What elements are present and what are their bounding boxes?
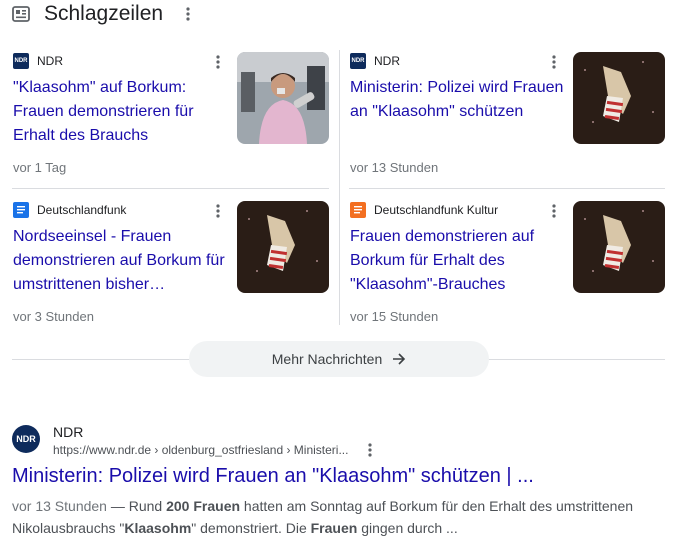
- card-time: vor 3 Stunden: [13, 309, 94, 324]
- card-source: Deutschlandfunk Kultur: [374, 203, 499, 217]
- card-time: vor 1 Tag: [13, 160, 67, 175]
- result-more-icon[interactable]: [362, 442, 378, 458]
- news-card[interactable]: Deutschlandfunk Kultur Frauen demonstrie…: [349, 201, 669, 331]
- card-more-icon[interactable]: [210, 203, 226, 219]
- ndr-logo-icon: NDR: [13, 53, 29, 69]
- card-more-icon[interactable]: [210, 54, 226, 70]
- result-snippet: vor 13 Stunden — Rund 200 Frauen hatten …: [12, 498, 634, 536]
- card-source: NDR: [374, 54, 400, 68]
- news-card[interactable]: NDR NDR "Klaasohm" auf Borkum: Frauen de…: [12, 52, 332, 182]
- result-site-name[interactable]: NDR: [53, 423, 83, 441]
- card-thumbnail[interactable]: [237, 52, 329, 144]
- card-divider-right: [349, 188, 665, 189]
- card-more-icon[interactable]: [546, 203, 562, 219]
- ndr-site-logo-icon[interactable]: NDR: [12, 425, 40, 453]
- section-title: Schlagzeilen: [44, 2, 164, 25]
- deutschlandfunk-logo-icon: [13, 202, 29, 218]
- card-title[interactable]: Frauen demonstrieren auf Borkum für Erha…: [350, 225, 560, 297]
- card-thumbnail[interactable]: [573, 201, 665, 293]
- more-news-button[interactable]: Mehr Nachrichten: [189, 341, 489, 377]
- more-news-label: Mehr Nachrichten: [271, 351, 383, 367]
- ndr-logo-icon: NDR: [350, 53, 366, 69]
- card-time: vor 15 Stunden: [350, 309, 439, 324]
- card-divider-vertical: [339, 50, 340, 325]
- card-more-icon[interactable]: [546, 54, 562, 70]
- card-divider-left: [12, 188, 329, 189]
- card-title[interactable]: "Klaasohm" auf Borkum: Frauen demonstrie…: [13, 76, 223, 148]
- arrow-right-icon: [392, 352, 406, 366]
- card-title[interactable]: Nordseeinsel - Frauen demonstrieren auf …: [13, 225, 231, 297]
- deutschlandfunk-kultur-logo-icon: [350, 202, 366, 218]
- card-thumbnail[interactable]: [573, 52, 665, 144]
- news-card[interactable]: Deutschlandfunk Nordseeinsel - Frauen de…: [12, 201, 332, 331]
- result-url[interactable]: https://www.ndr.de › oldenburg_ostfriesl…: [53, 442, 348, 458]
- card-time: vor 13 Stunden: [350, 160, 439, 175]
- result-title[interactable]: Ministerin: Polizei wird Frauen an "Klaa…: [12, 462, 534, 490]
- card-thumbnail[interactable]: [237, 201, 329, 293]
- section-more-icon[interactable]: [180, 6, 196, 22]
- card-title[interactable]: Ministerin: Polizei wird Frauen an "Klaa…: [350, 76, 568, 124]
- result-date: vor 13 Stunden: [12, 498, 107, 514]
- headlines-icon: [12, 6, 30, 22]
- card-source: Deutschlandfunk: [37, 203, 127, 217]
- news-card[interactable]: NDR NDR Ministerin: Polizei wird Frauen …: [349, 52, 669, 182]
- card-source: NDR: [37, 54, 63, 68]
